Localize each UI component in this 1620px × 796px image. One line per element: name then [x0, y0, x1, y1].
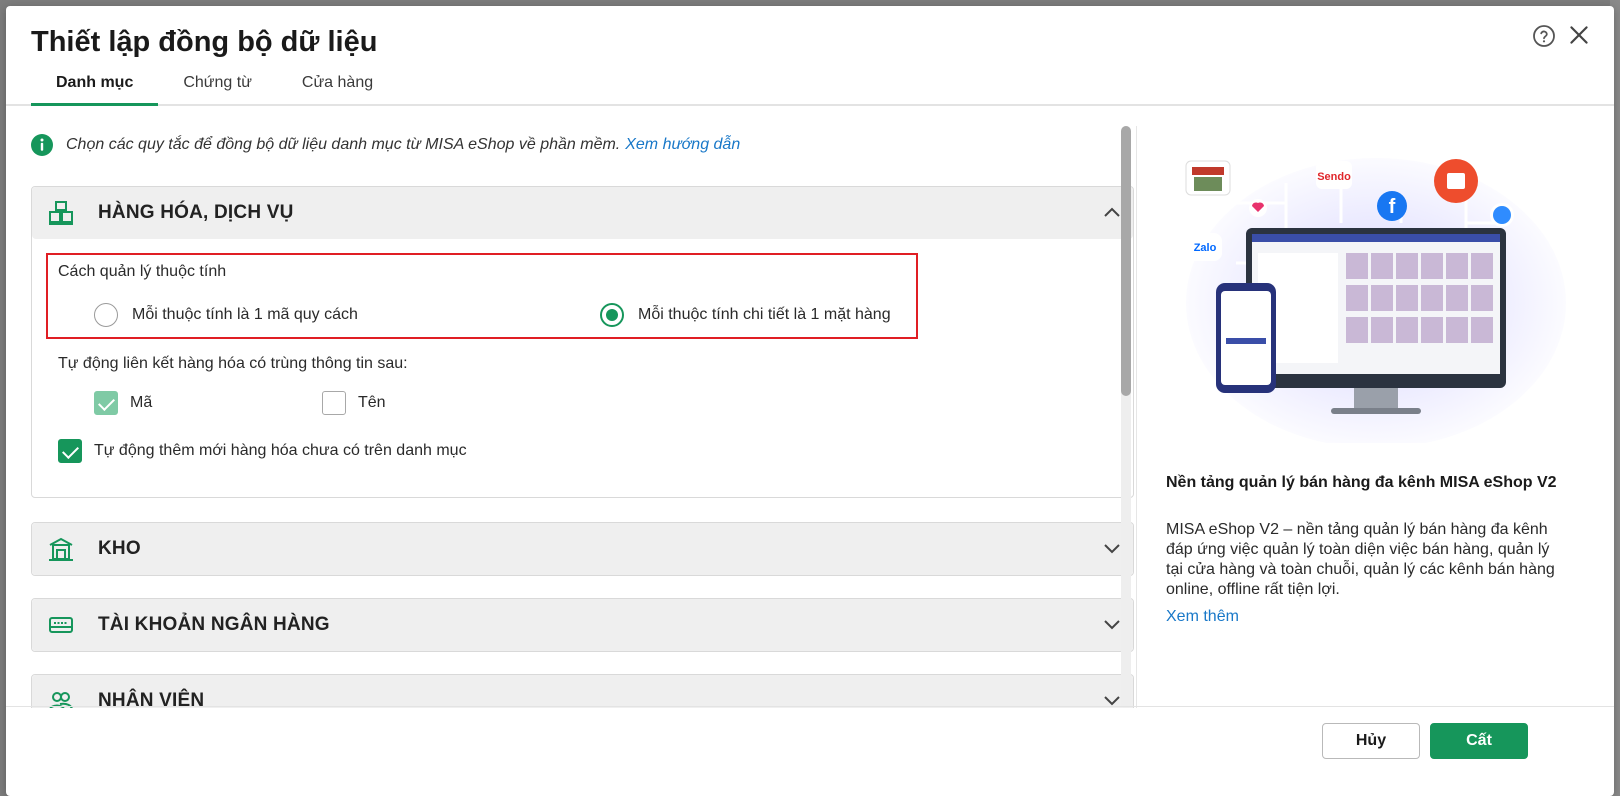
- checkbox-match-name[interactable]: Tên: [322, 391, 386, 415]
- chevron-down-icon[interactable]: [1103, 541, 1121, 555]
- info-text: Chọn các quy tắc để đồng bộ dữ liệu danh…: [66, 136, 621, 153]
- tab-danh-muc[interactable]: Danh mục: [31, 70, 159, 106]
- promo-pane: Sendo f Zalo Nền tảng quản lý bán hàng đ…: [1156, 108, 1596, 708]
- pane-divider: [1136, 126, 1137, 708]
- settings-pane: Chọn các quy tắc để đồng bộ dữ liệu danh…: [31, 108, 1136, 708]
- checkbox-label: Mã: [130, 394, 153, 411]
- radio-circle[interactable]: [600, 303, 624, 327]
- employees-icon: [49, 692, 73, 708]
- eshop-promo-illustration: Sendo f Zalo: [1185, 158, 1566, 443]
- checkbox-match-code[interactable]: Mã: [94, 391, 152, 415]
- chevron-down-icon[interactable]: [1103, 617, 1121, 631]
- section-hang-hoa: HÀNG HÓA, DỊCH VỤ Cách quản lý thuộc tín…: [31, 186, 1134, 498]
- section-tai-khoan-header[interactable]: TÀI KHOẢN NGÂN HÀNG: [32, 599, 1133, 651]
- radio-attr-item[interactable]: Mỗi thuộc tính chi tiết là 1 mặt hàng: [600, 303, 891, 327]
- section-hang-hoa-header[interactable]: HÀNG HÓA, DỊCH VỤ: [32, 187, 1133, 239]
- radio-label: Mỗi thuộc tính là 1 mã quy cách: [132, 306, 358, 323]
- save-button[interactable]: Cất: [1430, 723, 1528, 759]
- sendo-logo-text: Sendo: [1317, 171, 1351, 183]
- close-icon[interactable]: [1566, 22, 1592, 48]
- promo-title: Nền tảng quản lý bán hàng đa kênh MISA e…: [1166, 474, 1557, 491]
- svg-text:f: f: [1389, 196, 1396, 218]
- zalo-logo-text: Zalo: [1194, 242, 1217, 254]
- checkbox-box[interactable]: [322, 391, 346, 415]
- checkbox-auto-add[interactable]: Tự động thêm mới hàng hóa chưa có trên d…: [58, 439, 467, 463]
- section-tai-khoan: TÀI KHOẢN NGÂN HÀNG: [31, 598, 1134, 652]
- info-icon: [31, 134, 53, 156]
- checkbox-box[interactable]: [58, 439, 82, 463]
- section-nhan-vien-header[interactable]: NHÂN VIÊN: [32, 675, 1133, 708]
- guide-link[interactable]: Xem hướng dẫn: [625, 136, 740, 154]
- section-tai-khoan-title: TÀI KHOẢN NGÂN HÀNG: [98, 614, 330, 635]
- tab-cua-hang[interactable]: Cửa hàng: [277, 70, 398, 106]
- section-kho-header[interactable]: KHO: [32, 523, 1133, 575]
- section-hang-hoa-title: HÀNG HÓA, DỊCH VỤ: [98, 202, 294, 223]
- attribute-management-label: Cách quản lý thuộc tính: [58, 263, 227, 280]
- radio-attr-spec-code[interactable]: Mỗi thuộc tính là 1 mã quy cách: [94, 303, 358, 327]
- info-line: Chọn các quy tắc để đồng bộ dữ liệu danh…: [31, 132, 740, 158]
- radio-circle[interactable]: [94, 303, 118, 327]
- chevron-up-icon[interactable]: [1103, 205, 1121, 219]
- scrollbar[interactable]: [1121, 126, 1131, 708]
- tab-chung-tu[interactable]: Chứng từ: [158, 70, 277, 106]
- goods-icon: [49, 201, 73, 225]
- cancel-button[interactable]: Hủy: [1322, 723, 1420, 759]
- checkbox-label: Tự động thêm mới hàng hóa chưa có trên d…: [94, 442, 467, 459]
- attribute-management-box: Cách quản lý thuộc tính Mỗi thuộc tính l…: [46, 253, 918, 339]
- sync-settings-dialog: Thiết lập đồng bộ dữ liệu Danh mục Chứng…: [6, 6, 1614, 796]
- section-kho: KHO: [31, 522, 1134, 576]
- checkbox-box[interactable]: [94, 391, 118, 415]
- checkbox-label: Tên: [358, 394, 386, 411]
- dialog-title: Thiết lập đồng bộ dữ liệu: [31, 26, 378, 58]
- tab-bar: Danh mục Chứng từ Cửa hàng: [31, 70, 398, 106]
- help-circle-icon[interactable]: [1532, 24, 1556, 48]
- scrollbar-thumb[interactable]: [1121, 126, 1131, 396]
- section-kho-title: KHO: [98, 538, 141, 559]
- warehouse-icon: [49, 537, 73, 561]
- dialog-footer: Hủy Cất: [6, 706, 1614, 796]
- auto-link-label: Tự động liên kết hàng hóa có trùng thông…: [58, 355, 408, 372]
- see-more-link[interactable]: Xem thêm: [1166, 608, 1239, 626]
- dialog-header: Thiết lập đồng bộ dữ liệu Danh mục Chứng…: [6, 6, 1614, 106]
- section-nhan-vien: NHÂN VIÊN: [31, 674, 1134, 708]
- dialog-content: Chọn các quy tắc để đồng bộ dữ liệu danh…: [6, 108, 1614, 708]
- bank-card-icon: [49, 617, 73, 633]
- radio-label: Mỗi thuộc tính chi tiết là 1 mặt hàng: [638, 306, 891, 323]
- chevron-down-icon[interactable]: [1103, 693, 1121, 707]
- promo-description: MISA eShop V2 – nền tảng quản lý bán hàn…: [1166, 521, 1555, 598]
